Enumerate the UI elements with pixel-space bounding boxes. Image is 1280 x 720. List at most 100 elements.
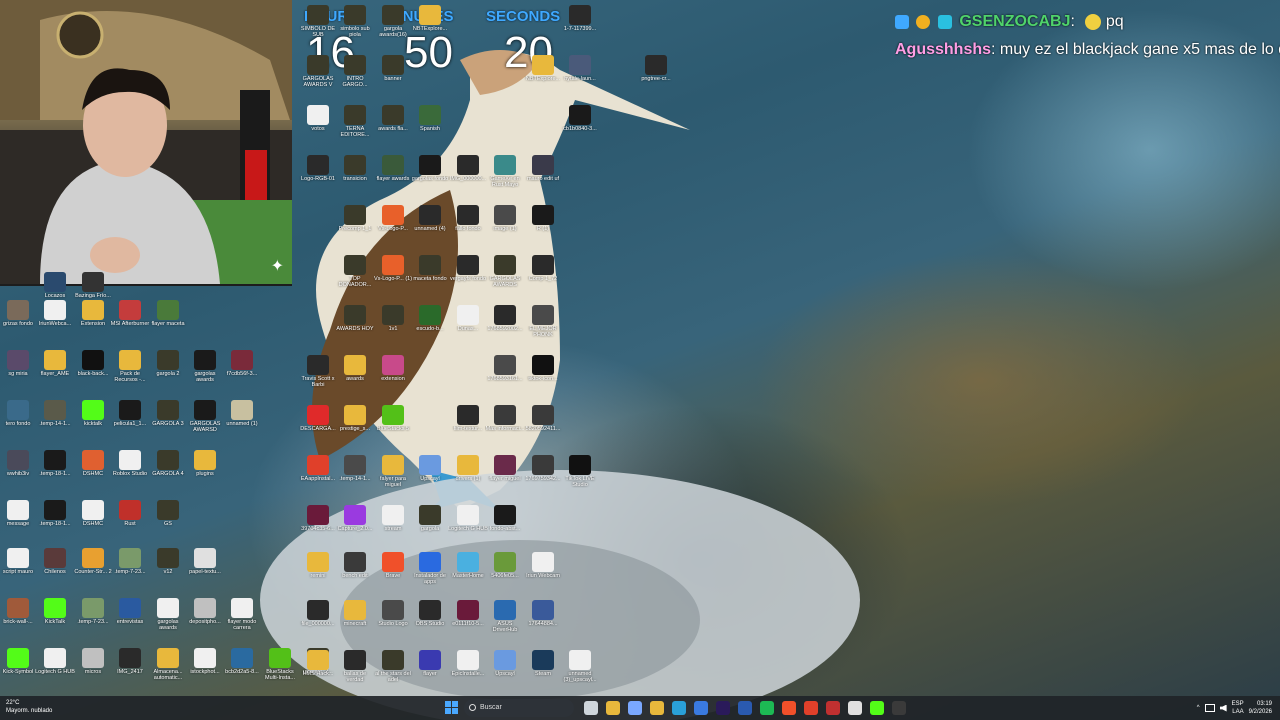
chrome-icon[interactable] [804,701,818,715]
desktop-icon[interactable]: votos [298,105,338,138]
desktop-icon[interactable]: fallo fondo [448,205,488,238]
desktop-icon[interactable]: R (1) [523,205,563,238]
desktop-icon[interactable]: black-back... [73,350,113,383]
desktop-icon[interactable]: extension [373,355,413,388]
desktop-icon[interactable]: wwhib3iv [0,450,38,483]
desktop-icon[interactable]: Vs-Logo-P... [373,205,413,238]
desktop-icon[interactable]: GARGOLA 4 [148,450,188,483]
desktop-icon[interactable]: transicion [335,155,375,188]
desktop-icon[interactable]: Almacena... automatic... [148,648,188,681]
desktop-icon[interactable]: ASUS DriverHub [485,600,525,633]
desktop-icon[interactable]: Logitech G HUB [448,505,488,538]
desktop-icon[interactable]: fondo-abst... [485,505,525,538]
desktop-icon[interactable]: 5820592411... [523,405,563,438]
desktop-icon[interactable]: pelicula1_1... [110,400,150,433]
clock[interactable]: 03:19 9/2/2026 [1249,700,1272,716]
desktop-icon[interactable]: Studio Logo [373,600,413,633]
desktop-icon[interactable]: Upscayl [410,455,450,488]
desktop-icon[interactable]: v12 [148,548,188,581]
desktop-icon[interactable]: Counter-Str... 2 [73,548,113,581]
desktop-icon[interactable]: maceta fondo [410,255,450,288]
desktop-icon[interactable]: f7cdb56f-3... [222,350,262,383]
desktop-icon[interactable]: DSHMC [73,450,113,483]
desktop-icon[interactable]: GARGOLA 3 [148,400,188,433]
desktop-icon[interactable]: HMS Hack... [298,650,338,683]
desktop-icon[interactable]: flayer [410,650,450,683]
desktop-icon[interactable]: Capture_2.0... [335,505,375,538]
capcut-icon[interactable] [848,701,862,715]
desktop-icon[interactable]: Extension [73,300,113,333]
desktop-icon[interactable]: Travis Scott x Barbi [298,355,338,388]
desktop-icon[interactable]: .temp-18-1... [35,500,75,533]
desktop-icon[interactable]: TikTok LIVE Studio [560,455,600,488]
desktop-icon[interactable]: Spanish [410,105,450,138]
desktop-icon[interactable]: file_000000... [298,600,338,633]
desktop-icon[interactable]: film-textur... [448,405,488,438]
desktop-icon[interactable]: BlueStacks 5 [373,405,413,438]
desktop-icon[interactable]: KickTalk [35,598,75,631]
desktop-icon[interactable]: unnamed (1) [222,400,262,433]
desktop-icon[interactable]: AWARDS HOY [335,305,375,338]
desktop-icon[interactable]: Upscayl [485,650,525,683]
desktop-icon[interactable]: 1769759342... [523,455,563,488]
desktop-icon[interactable]: EAappInstal... [298,455,338,488]
store-icon[interactable] [694,701,708,715]
desktop-icon[interactable]: GARGOLAS AWARDS [485,255,525,288]
desktop-icon[interactable]: unnamed (3)_upscayl... [560,650,600,683]
desktop-icon[interactable]: Dunas... [448,305,488,338]
desktop-icon[interactable]: unnamed (4) [410,205,450,238]
desktop-icon[interactable]: e0111f10-5... [448,600,488,633]
desktop-icon[interactable]: gargola [410,505,450,538]
desktop-icon[interactable]: IMG_000000... [448,155,488,188]
desktop-icon[interactable]: DSHMC [73,500,113,533]
desktop-icon[interactable]: .temp-7-23... [110,548,150,581]
desktop-icon[interactable]: 1v1 [373,305,413,338]
desktop-icon[interactable]: EL MEJOR PHONK [523,305,563,338]
search-box[interactable]: Buscar [464,699,574,717]
desktop-icon[interactable]: banner [373,55,413,88]
desktop-icon[interactable]: flayer modo carrera [222,598,262,631]
desktop-icon[interactable]: NBTExplore... [523,55,563,88]
desktop-icon[interactable]: plugins [185,450,225,483]
desktop-icon[interactable]: Roblox Studio [110,450,150,483]
desktop-icon[interactable]: GameXe en Rust Mayo [485,155,525,188]
desktop-icon[interactable]: remini [298,552,338,585]
desktop-icon[interactable]: gargola awards(16) [373,5,413,38]
desktop-icon[interactable]: .temp-18-1... [35,450,75,483]
desktop-icon[interactable]: 1768592002... [485,305,525,338]
desktop-icon[interactable]: gargolas awards [148,598,188,631]
chevron-up-icon[interactable]: ^ [1197,705,1200,711]
desktop-icon[interactable]: entrevistas [110,598,150,631]
desktop-icon[interactable]: Instalador de apps [410,552,450,585]
desktop-icon[interactable]: GS [148,500,188,533]
network-icon[interactable] [1204,704,1215,712]
desktop-icon[interactable]: awards [335,355,375,388]
desktop-icon[interactable]: Precomp 1_1 [335,205,375,238]
desktop-icon[interactable]: Comp 1_72 [523,255,563,288]
desktop-icon[interactable]: OBS Studio [410,600,450,633]
desktop-icon[interactable]: papel-textu... [185,548,225,581]
desktop-icon[interactable]: Logo-RGB-01 [298,155,338,188]
task-view-icon[interactable] [584,701,598,715]
brave-icon[interactable] [782,701,796,715]
desktop-icon[interactable]: drivers (1) [448,455,488,488]
kick-icon[interactable] [870,701,884,715]
desktop-icon[interactable]: .temp-14-1... [335,455,375,488]
desktop-icon[interactable]: .temp-14-1... [35,400,75,433]
desktop-icon[interactable]: flayer awards [373,155,413,188]
desktop-icon[interactable]: BlueStacks Multi-Insta... [260,648,300,681]
edge-icon[interactable] [672,701,686,715]
desktop-icon[interactable]: Logitech G HUB [35,648,75,681]
desktop-icon[interactable]: depositpho... [185,598,225,631]
desktop-icon[interactable]: vergayfs fondo [448,255,488,288]
file-explorer-icon[interactable] [606,701,620,715]
language-indicator[interactable]: ESP LAA [1232,700,1244,716]
desktop-icon[interactable]: EpicInstalle... [448,650,488,683]
desktop-icon[interactable]: Brave [373,552,413,585]
desktop-icon[interactable]: Kick-Symbol [0,648,38,681]
desktop-icon[interactable]: .temp-7-23... [73,598,113,631]
desktop-icon[interactable]: IMG_2417 [110,648,150,681]
copilot-icon[interactable] [628,701,642,715]
desktop-icon[interactable]: MSI Afterburner [110,300,150,333]
desktop-icon[interactable]: Iriun Webcam [523,552,563,585]
